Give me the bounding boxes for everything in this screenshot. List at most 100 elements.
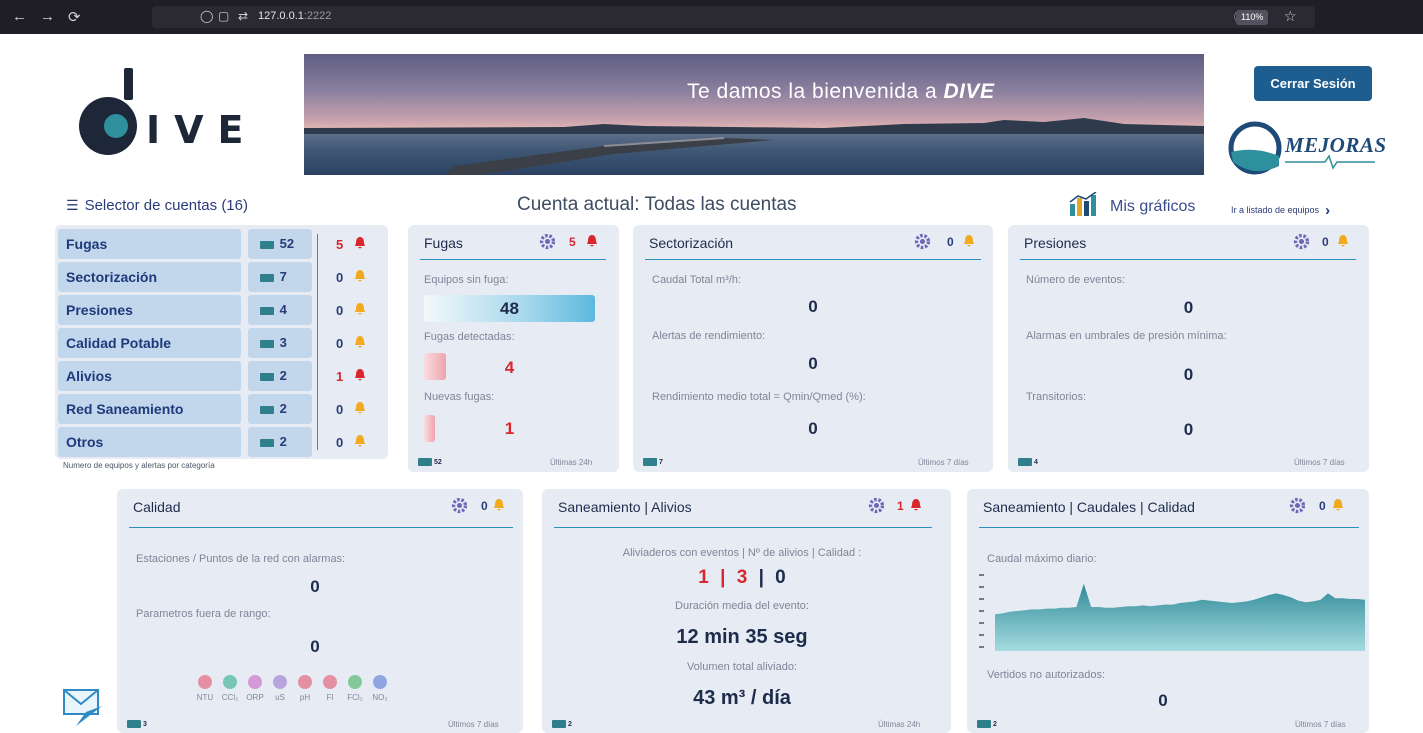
- category-row[interactable]: Otros 2 0: [58, 427, 386, 457]
- category-equipment-count: 7: [248, 262, 312, 292]
- chevron-right-icon: ›: [1325, 202, 1331, 219]
- forward-icon[interactable]: →: [40, 8, 55, 25]
- card-title: Saneamiento | Alivios: [558, 499, 692, 515]
- gear-icon[interactable]: [1293, 233, 1310, 250]
- bell-icon: [494, 499, 504, 511]
- gear-icon[interactable]: [868, 497, 885, 514]
- partner-logo-text: MEJORAS: [1285, 133, 1387, 157]
- card-calidad[interactable]: Calidad 0 Estaciones / Puntos de la red …: [117, 489, 523, 733]
- equipment-count: 3: [127, 720, 147, 728]
- category-equipment-count: 2: [248, 394, 312, 424]
- period-label: Últimos 7 días: [1295, 720, 1346, 729]
- back-icon[interactable]: ←: [12, 8, 27, 25]
- indicator-dot: [348, 675, 362, 689]
- bookmark-star-icon[interactable]: ☆: [1284, 8, 1297, 25]
- value-unauthorized: 0: [1158, 691, 1168, 710]
- truck-icon: [977, 720, 991, 728]
- alert-count: 1: [897, 499, 904, 513]
- bell-icon: [355, 237, 365, 249]
- category-row[interactable]: Presiones 4 0: [58, 295, 386, 325]
- truck-icon: [260, 438, 274, 447]
- account-selector[interactable]: ☰ Selector de cuentas (16): [66, 197, 248, 214]
- period-label: Últimas 24h: [878, 720, 921, 729]
- indicator-dot: [248, 675, 262, 689]
- value-overflow-events: 1 | 3 | 0: [698, 567, 786, 588]
- address-bar[interactable]: ◯ ▢ ⇄ 127.0.0.1:2222 Ⓐ 110% ☆: [152, 6, 1315, 28]
- bell-icon: [355, 270, 365, 282]
- title-underline: [554, 527, 932, 528]
- card-presiones[interactable]: Presiones 0 Número de eventos: 0 Alarmas…: [1008, 225, 1369, 472]
- card-title: Fugas: [424, 235, 463, 251]
- gear-icon[interactable]: [451, 497, 468, 514]
- category-row[interactable]: Red Saneamiento 2 0: [58, 394, 386, 424]
- category-equipment-count: 2: [248, 427, 312, 457]
- value-transients: 0: [1183, 420, 1194, 439]
- card-title: Saneamiento | Caudales | Calidad: [983, 499, 1195, 515]
- truck-icon: [552, 720, 566, 728]
- title-underline: [979, 527, 1359, 528]
- gear-icon[interactable]: [914, 233, 931, 250]
- indicator-label: Fl: [326, 693, 334, 702]
- value-volume: 43 m³ / día: [693, 687, 791, 709]
- period-label: Últimos 7 días: [448, 720, 499, 729]
- value-stations: 0: [310, 577, 320, 596]
- category-alert-count: 0: [336, 270, 344, 285]
- value-params: 0: [310, 637, 320, 656]
- category-label[interactable]: Fugas: [58, 229, 241, 259]
- card-sectorizacion[interactable]: Sectorización 0 Caudal Total m³/h: 0 Ale…: [633, 225, 993, 472]
- mail-icon[interactable]: [62, 686, 104, 728]
- title-underline: [129, 527, 513, 528]
- category-alert-count: 0: [336, 402, 344, 417]
- gear-icon[interactable]: [539, 233, 556, 250]
- bell-icon: [964, 235, 974, 247]
- category-label[interactable]: Red Saneamiento: [58, 394, 241, 424]
- zoom-level[interactable]: 110%: [1236, 10, 1269, 25]
- indicator-label: NTU: [196, 693, 214, 702]
- truck-icon: [127, 720, 141, 728]
- value-flow: 0: [808, 297, 818, 316]
- equipment-list-link[interactable]: Ir a listado de equipos ›: [1231, 202, 1330, 219]
- card-title: Presiones: [1024, 235, 1087, 251]
- truck-icon: [643, 458, 657, 466]
- indicator-dot: [373, 675, 387, 689]
- category-label[interactable]: Presiones: [58, 295, 241, 325]
- category-alert-count: 1: [336, 369, 344, 384]
- truck-icon: [1018, 458, 1032, 466]
- welcome-banner: Te damos la bienvenida a DIVE: [304, 54, 1204, 175]
- value-duration: 12 min 35 seg: [676, 626, 808, 648]
- title-underline: [645, 259, 981, 260]
- category-alert-count: 5: [336, 237, 344, 252]
- alert-count: 0: [947, 235, 954, 249]
- category-row[interactable]: Alivios 2 1: [58, 361, 386, 391]
- category-label[interactable]: Sectorización: [58, 262, 241, 292]
- truck-icon: [418, 458, 432, 466]
- card-alivios[interactable]: Saneamiento | Alivios 1 Aliviaderos con …: [542, 489, 951, 733]
- category-row[interactable]: Fugas 52 5: [58, 229, 386, 259]
- bell-icon: [355, 336, 365, 348]
- flow-area-series: [995, 583, 1365, 651]
- indicator-dot: [298, 675, 312, 689]
- bell-icon: [911, 499, 921, 511]
- value-detected-leaks: 4: [504, 358, 515, 377]
- category-label[interactable]: Calidad Potable: [58, 328, 241, 358]
- reload-icon[interactable]: ⟳: [68, 8, 81, 26]
- card-caudales[interactable]: Saneamiento | Caudales | Calidad 0 Cauda…: [967, 489, 1369, 733]
- logout-button[interactable]: Cerrar Sesión: [1254, 66, 1372, 101]
- equipment-count: 7: [643, 458, 663, 466]
- value-perf-alerts: 0: [808, 354, 818, 373]
- card-fugas[interactable]: Fugas 5 Equipos sin fuga: 48 Fugas detec…: [408, 225, 619, 472]
- gear-icon[interactable]: [1289, 497, 1306, 514]
- category-footnote: Numero de equipos y alertas por categorí…: [63, 461, 215, 470]
- category-label[interactable]: Otros: [58, 427, 241, 457]
- indicator-label: CCl₂: [221, 693, 239, 702]
- category-label[interactable]: Alivios: [58, 361, 241, 391]
- category-row[interactable]: Sectorización 7 0: [58, 262, 386, 292]
- my-charts-link[interactable]: Mis gráficos: [1068, 191, 1195, 221]
- bell-icon: [1333, 499, 1343, 511]
- indicator-label: FCl₂: [347, 693, 363, 702]
- bell-icon: [355, 435, 365, 447]
- card-title: Sectorización: [649, 235, 734, 251]
- category-row[interactable]: Calidad Potable 3 0: [58, 328, 386, 358]
- list-indent-icon: ☰: [66, 197, 79, 213]
- category-equipment-count: 4: [248, 295, 312, 325]
